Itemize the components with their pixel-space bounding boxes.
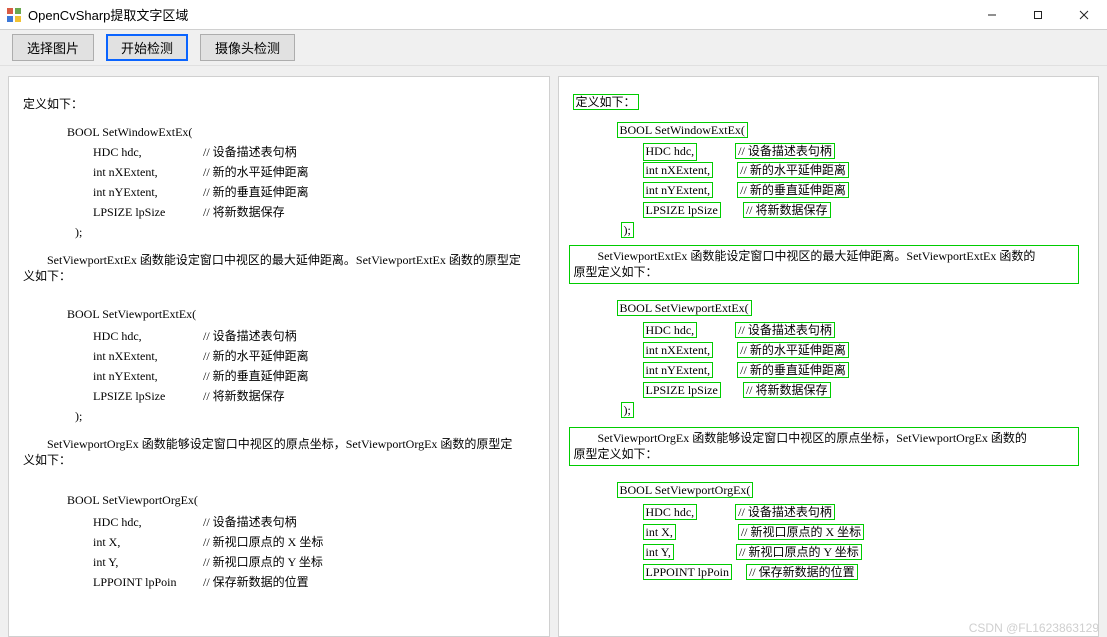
text-line: HDC hdc,// 设备描述表句柄 <box>93 145 297 161</box>
detected-region: int nXExtent,// 新的水平延伸距离 <box>643 343 851 359</box>
detected-region: 定义如下： <box>573 95 641 111</box>
text-line: BOOL SetViewportExtEx( <box>67 307 196 323</box>
text-line: int nXExtent,// 新的水平延伸距离 <box>93 165 309 181</box>
text-line: LPSIZE lpSize// 将新数据保存 <box>93 205 285 221</box>
window-title: OpenCvSharp提取文字区域 <box>28 5 969 24</box>
detected-region: HDC hdc,// 设备描述表句柄 <box>643 323 837 339</box>
minimize-button[interactable] <box>969 0 1015 29</box>
detected-region: HDC hdc,// 设备描述表句柄 <box>643 143 837 161</box>
detected-region: int nYExtent,// 新的垂直延伸距离 <box>643 363 851 379</box>
text-line: BOOL SetViewportOrgEx( <box>67 493 198 509</box>
detected-region: BOOL SetViewportOrgEx( <box>617 483 756 499</box>
select-image-button[interactable]: 选择图片 <box>12 34 94 61</box>
detected-region: int Y,// 新视口原点的 Y 坐标 <box>643 545 864 561</box>
detected-region: HDC hdc,// 设备描述表句柄 <box>643 505 837 521</box>
text-line: int nYExtent,// 新的垂直延伸距离 <box>93 369 309 385</box>
maximize-icon <box>1033 10 1043 20</box>
detected-region: ); <box>621 223 636 239</box>
close-button[interactable] <box>1061 0 1107 29</box>
detected-region: LPPOINT lpPoin// 保存新数据的位置 <box>643 565 860 581</box>
text-line: ); <box>75 225 82 241</box>
app-icon <box>6 7 22 23</box>
text-line: int Y,// 新视口原点的 Y 坐标 <box>93 555 323 571</box>
text-line: LPPOINT lpPoin// 保存新数据的位置 <box>93 575 309 591</box>
text-line: int nXExtent,// 新的水平延伸距离 <box>93 349 309 365</box>
detected-region: int X,// 新视口原点的 X 坐标 <box>643 525 867 541</box>
detected-region: LPSIZE lpSize// 将新数据保存 <box>643 203 833 219</box>
detected-region: int nYExtent,// 新的垂直延伸距离 <box>643 183 851 199</box>
titlebar: OpenCvSharp提取文字区域 <box>0 0 1107 30</box>
maximize-button[interactable] <box>1015 0 1061 29</box>
result-pane: 定义如下： BOOL SetWindowExtEx( HDC hdc,// 设备… <box>558 76 1100 637</box>
text-paragraph: SetViewportOrgEx 函数能够设定窗口中视区的原点坐标，SetVie… <box>23 437 523 468</box>
detected-region: SetViewportOrgEx 函数能够设定窗口中视区的原点坐标，SetVie… <box>569 427 1079 466</box>
camera-detect-button[interactable]: 摄像头检测 <box>200 34 295 61</box>
start-detect-button[interactable]: 开始检测 <box>106 34 188 61</box>
source-pane: 定义如下： BOOL SetWindowExtEx( HDC hdc,// 设备… <box>8 76 550 637</box>
text-line: HDC hdc,// 设备描述表句柄 <box>93 515 297 531</box>
detected-region: BOOL SetViewportExtEx( <box>617 301 754 317</box>
detected-region: BOOL SetWindowExtEx( <box>617 123 750 139</box>
toolbar: 选择图片 开始检测 摄像头检测 <box>0 30 1107 66</box>
text-line: HDC hdc,// 设备描述表句柄 <box>93 329 297 345</box>
text-paragraph: SetViewportExtEx 函数能设定窗口中视区的最大延伸距离。SetVi… <box>23 253 523 284</box>
detected-region: LPSIZE lpSize// 将新数据保存 <box>643 383 833 399</box>
text-line: LPSIZE lpSize// 将新数据保存 <box>93 389 285 405</box>
text-line: 定义如下： <box>23 97 83 113</box>
text-line: ); <box>75 409 82 425</box>
content-area: 定义如下： BOOL SetWindowExtEx( HDC hdc,// 设备… <box>0 66 1107 637</box>
text-line: int X,// 新视口原点的 X 坐标 <box>93 535 323 551</box>
text-line: int nYExtent,// 新的垂直延伸距离 <box>93 185 309 201</box>
window-controls <box>969 0 1107 29</box>
detected-region: int nXExtent,// 新的水平延伸距离 <box>643 163 851 179</box>
watermark: CSDN @FL1623863129 <box>969 621 1099 635</box>
minimize-icon <box>987 10 997 20</box>
close-icon <box>1079 10 1089 20</box>
text-line: BOOL SetWindowExtEx( <box>67 125 192 141</box>
detected-region: ); <box>621 403 636 419</box>
detected-region: SetViewportExtEx 函数能设定窗口中视区的最大延伸距离。SetVi… <box>569 245 1079 284</box>
